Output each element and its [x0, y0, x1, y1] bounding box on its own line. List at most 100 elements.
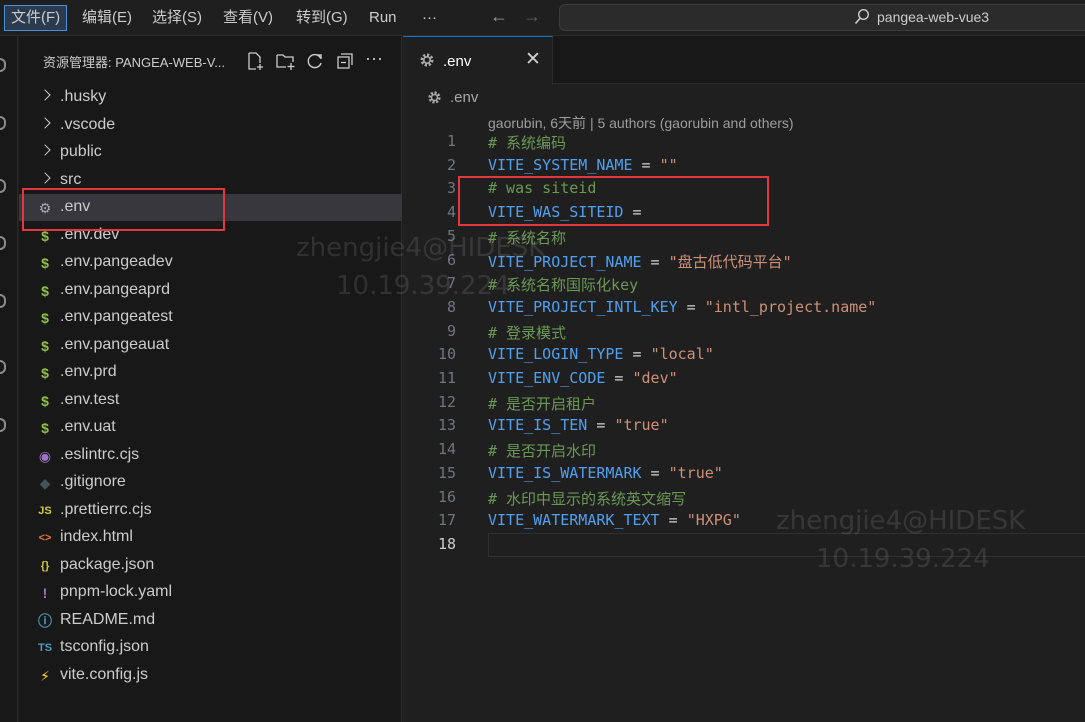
vite-icon: ⚡ [40, 667, 50, 684]
close-icon[interactable]: ✕ [525, 50, 541, 70]
folder-item[interactable]: .husky [19, 84, 402, 111]
code-token-op: = [677, 297, 705, 316]
new-file-icon[interactable] [245, 51, 265, 71]
yaml-icon: ! [42, 585, 48, 601]
file-item[interactable]: $ .env.uat [19, 414, 402, 441]
code-token-key: VITE_SYSTEM_NAME [488, 155, 633, 174]
file-item[interactable]: ⚡ vite.config.js [19, 662, 402, 689]
code-line[interactable]: 13 VITE_IS_TEN = "true" [403, 414, 1085, 438]
file-item[interactable]: $ .env.pangeatest [19, 304, 402, 331]
more-actions-icon[interactable]: ··· [365, 48, 385, 68]
chevron-right-icon [39, 171, 51, 184]
code-token-op: = [632, 155, 660, 174]
file-item[interactable]: $ .env.test [19, 387, 402, 414]
annotation-box-env-file [22, 188, 225, 231]
file-item[interactable]: $ .env.prd [19, 359, 402, 386]
tree-item-label: src [60, 170, 82, 188]
gear-icon [420, 53, 434, 67]
line-number: 18 [437, 534, 456, 553]
code-token-str: "intl_project.name" [704, 297, 877, 316]
menu-goto[interactable]: 转到(G) [290, 5, 354, 31]
title-bar: 文件(F) 编辑(E) 选择(S) 查看(V) 转到(G) Run ··· ← … [0, 0, 1085, 36]
code-token-str: "盘古低代码平台" [668, 252, 792, 271]
line-number: 10 [437, 345, 456, 364]
file-item[interactable]: <> index.html [19, 524, 402, 551]
line-number: 14 [437, 440, 456, 459]
menu-selection[interactable]: 选择(S) [146, 5, 208, 31]
file-item[interactable]: ◉ .eslintrc.cjs [19, 442, 402, 469]
search-view-icon[interactable] [0, 116, 6, 130]
git-icon: ◆ [39, 475, 51, 491]
file-item[interactable]: {} package.json [19, 552, 402, 579]
file-item[interactable]: $ .env.pangeauat [19, 332, 402, 359]
line-number: 17 [437, 511, 456, 530]
code-text: VITE_PROJECT_INTL_KEY = "intl_project.na… [488, 298, 876, 316]
testing-icon[interactable] [0, 418, 6, 432]
code-text: # 水印中显示的系统英文缩写 [488, 488, 686, 509]
watermark-user: zhengjie4@HIDESK [296, 233, 546, 263]
file-item[interactable]: TS tsconfig.json [19, 634, 402, 661]
source-control-icon[interactable] [0, 179, 6, 193]
new-folder-icon[interactable] [275, 51, 295, 71]
code-text: VITE_LOGIN_TYPE = "local" [488, 345, 714, 363]
remote-icon[interactable] [0, 360, 6, 374]
code-token-str: "local" [650, 345, 714, 364]
eslint-icon: ◉ [38, 447, 52, 464]
menu-edit[interactable]: 编辑(E) [76, 5, 138, 31]
code-line[interactable]: 12 # 是否开启租户 [403, 391, 1085, 415]
tree-item-label: .env.test [60, 390, 120, 408]
extensions-icon[interactable] [0, 294, 6, 308]
code-token-str: "true" [668, 463, 723, 482]
code-text: VITE_IS_TEN = "true" [488, 416, 669, 434]
code-token-comment: # 水印中显示的系统英文缩写 [488, 489, 687, 508]
tab-env[interactable]: .env ✕ [403, 36, 553, 85]
file-item[interactable]: JS .prettierrc.cjs [19, 497, 402, 524]
code-line[interactable]: 10 VITE_LOGIN_TYPE = "local" [403, 343, 1085, 367]
code-token-key: VITE_ENV_CODE [488, 369, 606, 387]
code-text: # 登录模式 [488, 322, 566, 343]
refresh-icon[interactable] [305, 51, 325, 71]
run-debug-icon[interactable] [0, 236, 6, 250]
chevron-right-icon [39, 144, 51, 156]
code-token-key: VITE_PROJECT_INTL_KEY [488, 297, 678, 316]
explorer-icon[interactable] [0, 58, 6, 72]
tree-item-label: README.md [60, 610, 156, 628]
code-line[interactable]: 9 # 登录模式 [403, 320, 1085, 344]
watermark-user: zhengjie4@HIDESK [776, 506, 1026, 536]
file-item[interactable]: ! pnpm-lock.yaml [19, 579, 402, 606]
folder-item[interactable]: .vscode [19, 112, 402, 139]
file-item[interactable]: ⓘ README.md [19, 607, 402, 634]
forward-arrow-icon[interactable]: → [523, 6, 541, 27]
command-center-search[interactable]: pangea-web-vue3 [559, 4, 1085, 31]
code-token-comment: # 登录模式 [488, 323, 567, 342]
menu-run[interactable]: Run [363, 5, 403, 31]
line-number: 11 [437, 369, 456, 387]
code-line[interactable]: 2 VITE_SYSTEM_NAME = "" [403, 154, 1085, 178]
code-token-comment: # 是否开启水印 [488, 442, 597, 461]
line-number: 16 [437, 487, 456, 506]
tree-item-label: .env.pangeaprd [60, 280, 171, 298]
code-line[interactable]: 14 # 是否开启水印 [403, 438, 1085, 462]
annotation-box-siteid [458, 176, 769, 226]
tree-item-label: .eslintrc.cjs [60, 445, 140, 463]
back-arrow-icon[interactable]: ← [490, 6, 508, 27]
code-line[interactable]: 11 VITE_ENV_CODE = "dev" [403, 367, 1085, 391]
dollar-icon: $ [41, 255, 49, 271]
file-item[interactable]: ◆ .gitignore [19, 469, 402, 496]
menu-more[interactable]: ··· [416, 5, 443, 31]
code-text: VITE_SYSTEM_NAME = "" [488, 156, 678, 174]
tree-item-label: .gitignore [60, 473, 126, 490]
code-token-op: = [587, 416, 615, 435]
tree-item-label: public [60, 143, 102, 160]
code-line[interactable]: 15 VITE_IS_WATERMARK = "true" [403, 462, 1085, 486]
code-line[interactable]: 1 # 系统编码 [403, 130, 1085, 154]
code-token-op: = [605, 369, 633, 387]
js-icon: JS [38, 504, 52, 517]
tree-item-label: package.json [60, 555, 155, 573]
code-token-op: = [623, 345, 651, 364]
collapse-all-icon[interactable] [335, 51, 355, 71]
chevron-right-icon [39, 116, 51, 129]
menu-file[interactable]: 文件(F) [4, 5, 68, 31]
folder-item[interactable]: public [19, 139, 402, 166]
menu-view[interactable]: 查看(V) [217, 5, 279, 31]
